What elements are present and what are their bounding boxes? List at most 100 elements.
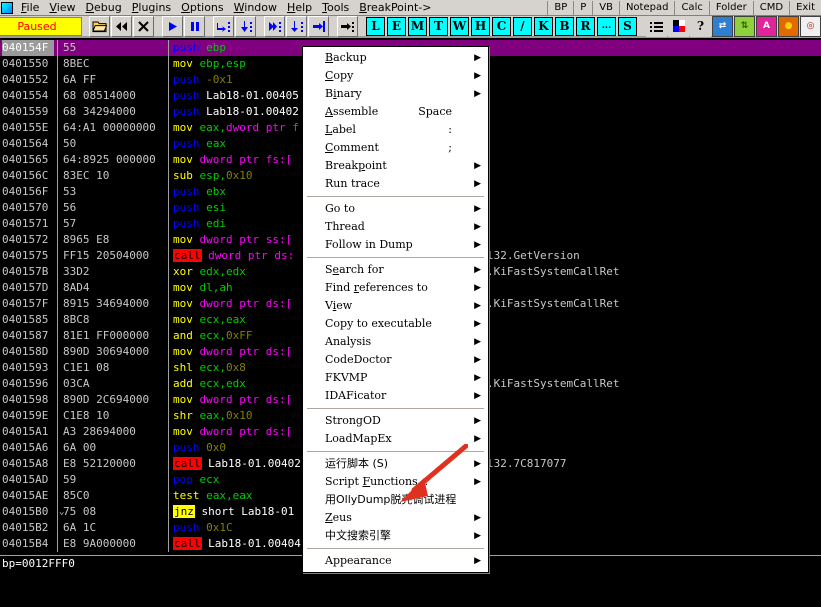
toolbar-letter-h[interactable]: H — [471, 16, 490, 36]
context-menu[interactable]: Backup ▶ Copy ▶ Binary ▶ Assemble Space Label: Co… — [302, 46, 489, 573]
toolbar-letter-r[interactable]: R — [576, 16, 595, 36]
menu-button-notepad[interactable]: Notepad — [618, 0, 675, 15]
context-menu-item-zeus[interactable]: Zeus ▶ — [303, 509, 488, 527]
toolbar-letter-t[interactable]: T — [429, 16, 448, 36]
record-icon[interactable]: ● — [778, 15, 799, 37]
row-hexdump: 03CA — [63, 377, 90, 390]
execute-till-cursor-icon[interactable] — [337, 15, 358, 37]
menu-options[interactable]: Options — [176, 1, 228, 15]
menu-button-calc[interactable]: Calc — [674, 0, 708, 15]
row-address: 0401571 — [2, 217, 49, 230]
context-menu-item-follow-in-dump[interactable]: Follow in Dump ▶ — [303, 236, 488, 254]
context-menu-item-中文搜索引擎[interactable]: 中文搜索引擎 ▶ — [303, 527, 488, 545]
context-menu-item-go-to[interactable]: Go to ▶ — [303, 200, 488, 218]
menu-button-bp[interactable]: BP — [547, 0, 573, 15]
toolbar-letter-more[interactable]: ... — [597, 16, 616, 36]
toolbar-letter-k[interactable]: K — [534, 16, 553, 36]
context-menu-item-find-references-to[interactable]: Find references to ▶ — [303, 279, 488, 297]
toolbar-letter-slash[interactable]: / — [513, 16, 532, 36]
a-icon[interactable]: A — [756, 15, 777, 37]
context-menu-item-label: Run trace — [325, 177, 380, 190]
step-into-icon[interactable] — [213, 15, 234, 37]
context-menu-item-label: Script Functions... — [325, 475, 429, 488]
context-menu-item-loadmapex[interactable]: LoadMapEx ▶ — [303, 430, 488, 448]
close-icon[interactable] — [133, 15, 154, 37]
menu-plugins[interactable]: Plugins — [127, 1, 176, 15]
run-icon[interactable] — [162, 15, 183, 37]
menu-button-exit[interactable]: Exit — [789, 0, 821, 15]
menu-button-p[interactable]: P — [573, 0, 592, 15]
step-over-icon[interactable] — [235, 15, 256, 37]
row-disassembly: test eax,eax — [173, 489, 253, 502]
appearance-icon[interactable] — [668, 15, 689, 37]
context-menu-item-fkvmp[interactable]: FKVMP ▶ — [303, 369, 488, 387]
context-menu-item-label: Backup — [325, 51, 367, 64]
chevron-right-icon: ▶ — [474, 355, 481, 365]
menu-help[interactable]: Help — [282, 1, 317, 15]
execute-till-return-icon[interactable] — [308, 15, 329, 37]
row-disassembly: call Lab18-01.00404 — [173, 537, 301, 550]
menu-button-vb[interactable]: VB — [592, 0, 619, 15]
menu-file[interactable]: File — [16, 1, 44, 15]
row-disassembly: mov dword ptr ds:[ — [173, 425, 293, 438]
context-menu-item-script-functions[interactable]: Script Functions... ▶ — [303, 473, 488, 491]
updown-icon[interactable]: ⇅ — [734, 15, 755, 37]
row-hexdump: 56 — [63, 201, 77, 214]
context-menu-item-thread[interactable]: Thread ▶ — [303, 218, 488, 236]
toolbar-letter-s[interactable]: S — [618, 16, 637, 36]
context-menu-item-copy-to-executable[interactable]: Copy to executable ▶ — [303, 315, 488, 333]
context-menu-item-backup[interactable]: Backup ▶ — [303, 49, 488, 67]
row-hexdump: A3 28694000 — [63, 425, 136, 438]
column-divider — [168, 440, 169, 456]
menu-tools[interactable]: Tools — [317, 1, 354, 15]
context-menu-item-binary[interactable]: Binary ▶ — [303, 85, 488, 103]
menu-button-folder[interactable]: Folder — [708, 0, 753, 15]
context-menu-item-shortcut: : — [448, 123, 452, 136]
restart-icon[interactable] — [111, 15, 132, 37]
context-menu-item-view[interactable]: View ▶ — [303, 297, 488, 315]
trace-into-icon[interactable] — [264, 15, 285, 37]
context-menu-item-copy[interactable]: Copy ▶ — [303, 67, 488, 85]
context-menu-item-label[interactable]: Label: — [303, 121, 488, 139]
help-icon[interactable]: ? — [690, 15, 711, 37]
menu-breakpoint[interactable]: BreakPoint-> — [354, 1, 436, 15]
menu-window[interactable]: Window — [229, 1, 282, 15]
column-divider — [57, 424, 58, 440]
context-menu-item-codedoctor[interactable]: CodeDoctor ▶ — [303, 351, 488, 369]
chevron-right-icon: ▶ — [474, 161, 481, 171]
context-menu-item-appearance[interactable]: Appearance ▶ — [303, 552, 488, 570]
open-folder-icon[interactable] — [89, 15, 110, 37]
context-menu-item-breakpoint[interactable]: Breakpoint ▶ — [303, 157, 488, 175]
chevron-right-icon: ▶ — [474, 434, 481, 444]
toolbar-letter-l[interactable]: L — [366, 16, 385, 36]
context-menu-item-strongod[interactable]: StrongOD ▶ — [303, 412, 488, 430]
pause-icon[interactable] — [184, 15, 205, 37]
row-address: 0401564 — [2, 137, 49, 150]
toolbar-letter-e[interactable]: E — [387, 16, 406, 36]
context-menu-item-analysis[interactable]: Analysis ▶ — [303, 333, 488, 351]
column-divider — [168, 360, 169, 376]
row-hexdump: 55 — [63, 41, 77, 54]
context-menu-item-assemble[interactable]: Assemble Space — [303, 103, 488, 121]
context-menu-item-run-trace[interactable]: Run trace ▶ — [303, 175, 488, 193]
target-icon[interactable]: ◎ — [800, 15, 821, 37]
context-menu-item-search-for[interactable]: Search for ▶ — [303, 261, 488, 279]
menu-button-cmd[interactable]: CMD — [752, 0, 789, 15]
row-disassembly: mov dword ptr ds:[ — [173, 297, 293, 310]
column-divider — [57, 264, 58, 280]
menu-view[interactable]: View — [44, 1, 80, 15]
toolbar-letter-w[interactable]: W — [450, 16, 469, 36]
context-menu-item-idaficator[interactable]: IDAFicator ▶ — [303, 387, 488, 405]
context-menu-item-运行脚本-s[interactable]: 运行脚本 (S) ▶ — [303, 455, 488, 473]
toolbar-letter-m[interactable]: M — [408, 16, 427, 36]
context-menu-item-comment[interactable]: Comment; — [303, 139, 488, 157]
context-menu-item-用ollydump脱壳调试进程[interactable]: 用OllyDump脱壳调试进程 — [303, 491, 488, 509]
swap-icon[interactable]: ⇄ — [712, 15, 733, 37]
column-divider — [168, 184, 169, 200]
menu-debug[interactable]: Debug — [81, 1, 127, 15]
toolbar-letter-b[interactable]: B — [555, 16, 574, 36]
options-list-icon[interactable] — [646, 15, 667, 37]
toolbar-letter-c[interactable]: C — [492, 16, 511, 36]
row-disassembly: push esi — [173, 201, 226, 214]
trace-over-icon[interactable] — [286, 15, 307, 37]
